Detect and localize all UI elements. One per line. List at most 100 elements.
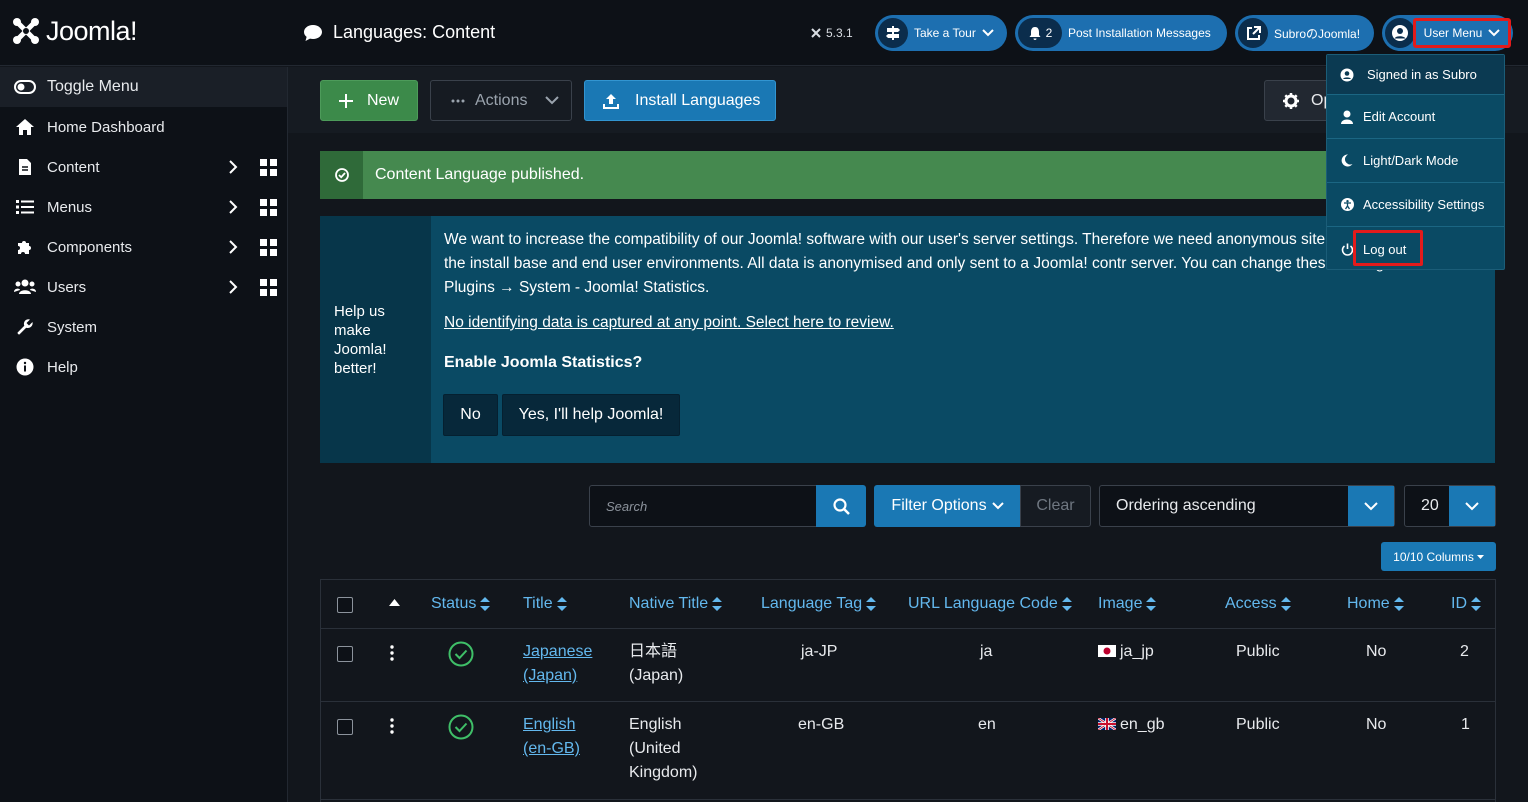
chevron-down-icon: [1488, 29, 1501, 37]
joomla-small-icon: [811, 28, 821, 38]
ordering-value: Ordering ascending: [1116, 497, 1256, 514]
home-icon: [14, 116, 36, 138]
user-menu-label: User Menu: [1423, 26, 1483, 40]
sidebar-item-system[interactable]: System: [0, 307, 287, 347]
actions-button[interactable]: Actions: [430, 80, 572, 121]
search-input[interactable]: Search: [589, 485, 817, 527]
clear-button[interactable]: Clear: [1020, 485, 1091, 527]
post-install-messages-button[interactable]: 2 Post Installation Messages: [1015, 15, 1227, 51]
light-dark-mode-item[interactable]: Light/Dark Mode: [1327, 139, 1504, 183]
sidebar-item-content[interactable]: Content: [0, 147, 287, 187]
gear-icon: [1283, 92, 1299, 109]
japan-flag-icon: [1098, 645, 1116, 657]
sidebar-item-label: System: [47, 318, 98, 336]
select-all-checkbox[interactable]: [337, 597, 353, 613]
row-checkbox[interactable]: [337, 719, 353, 735]
sidebar: Toggle Menu Home Dashboard Content Menus…: [0, 67, 288, 802]
url-language-code: en: [978, 716, 996, 733]
accessibility-settings-item[interactable]: Accessibility Settings: [1327, 183, 1504, 227]
columns-button[interactable]: 10/10 Columns: [1381, 542, 1496, 571]
site-link-button[interactable]: SubroのJoomla!: [1235, 15, 1374, 51]
sidebar-item-label: Content: [47, 158, 100, 176]
dashboard-grid-icon[interactable]: [260, 239, 277, 256]
sort-icon: [1146, 597, 1157, 611]
language-id: 2: [1460, 643, 1469, 660]
home-value: No: [1366, 716, 1387, 733]
success-alert: Content Language published.: [320, 151, 1496, 199]
sidebar-item-label: Help: [47, 358, 78, 376]
native-title: 日本語 (Japan): [629, 643, 684, 684]
chevron-right-icon: [229, 200, 238, 214]
search-icon: [832, 497, 850, 515]
toggle-menu-button[interactable]: Toggle Menu: [0, 67, 287, 107]
stats-no-button[interactable]: No: [443, 394, 498, 436]
sort-icon: [1471, 597, 1481, 611]
light-dark-mode-label: Light/Dark Mode: [1363, 153, 1459, 168]
column-header-language-tag[interactable]: Language Tag: [761, 595, 877, 613]
column-header-image[interactable]: Image: [1098, 595, 1157, 613]
column-header-access[interactable]: Access: [1225, 595, 1291, 613]
signed-in-info: Signed in as Subro: [1327, 55, 1504, 95]
dashboard-grid-icon[interactable]: [260, 159, 277, 176]
sidebar-item-label: Home Dashboard: [47, 118, 165, 136]
upload-icon: [603, 93, 619, 109]
sidebar-item-menus[interactable]: Menus: [0, 187, 287, 227]
new-button[interactable]: New: [320, 80, 418, 121]
published-check-icon[interactable]: [448, 714, 474, 740]
table-row: English (en-GB) English (United Kingdom) en…: [321, 702, 1495, 800]
stats-review-link[interactable]: No identifying data is captured at any p…: [444, 314, 894, 332]
column-header-url-code[interactable]: URL Language Code: [908, 595, 1072, 613]
kebab-menu-icon[interactable]: [390, 718, 394, 734]
take-tour-label: Take a Tour: [914, 26, 976, 40]
stats-yes-button[interactable]: Yes, I'll help Joomla!: [502, 394, 680, 436]
kebab-menu-icon[interactable]: [390, 645, 394, 661]
sidebar-item-home-dashboard[interactable]: Home Dashboard: [0, 107, 287, 147]
language-title-link[interactable]: English (en-GB): [523, 713, 580, 761]
home-value: No: [1366, 643, 1387, 660]
check-circle-icon: [320, 151, 363, 199]
user-circle-icon: [1339, 67, 1355, 83]
row-checkbox[interactable]: [337, 646, 353, 662]
alert-message: Content Language published.: [375, 166, 585, 183]
joomla-logo[interactable]: Joomla!: [10, 15, 138, 47]
sidebar-item-label: Users: [47, 278, 87, 296]
access-level: Public: [1236, 716, 1280, 733]
notification-count: 2: [1045, 26, 1053, 40]
published-check-icon[interactable]: [448, 641, 474, 667]
sidebar-item-help[interactable]: Help: [0, 347, 287, 387]
file-icon: [14, 156, 36, 178]
new-label: New: [367, 91, 400, 109]
search-button[interactable]: [816, 485, 866, 527]
ordering-select[interactable]: Ordering ascending: [1099, 485, 1395, 527]
universal-access-icon: [1339, 197, 1355, 213]
sort-icon: [1061, 597, 1072, 611]
languages-table: Status Title Native Title Language Tag U…: [320, 579, 1496, 802]
version-info: 5.3.1: [810, 26, 853, 40]
brand-name: Joomla!: [46, 15, 138, 46]
column-header-id[interactable]: ID: [1451, 595, 1481, 613]
user-menu-button[interactable]: User Menu: [1413, 18, 1511, 48]
stats-side-title: Help us make Joomla! better!: [320, 216, 431, 463]
caret-up-icon[interactable]: [389, 599, 400, 606]
chevron-right-icon: [229, 280, 238, 294]
language-tag: en-GB: [798, 716, 845, 733]
column-header-native-title[interactable]: Native Title: [629, 595, 723, 613]
column-header-home[interactable]: Home: [1347, 595, 1404, 613]
chevron-right-icon: [229, 160, 238, 174]
language-id: 1: [1461, 716, 1470, 733]
take-tour-button[interactable]: Take a Tour: [875, 15, 1007, 51]
chevron-down-icon: [1449, 486, 1495, 526]
language-title-link[interactable]: Japanese (Japan): [523, 640, 592, 688]
dashboard-grid-icon[interactable]: [260, 279, 277, 296]
column-header-title[interactable]: Title: [523, 595, 567, 613]
sidebar-item-users[interactable]: Users: [0, 267, 287, 307]
column-header-status[interactable]: Status: [431, 595, 491, 613]
sidebar-item-components[interactable]: Components: [0, 227, 287, 267]
edit-account-item[interactable]: Edit Account: [1327, 95, 1504, 139]
list-limit-select[interactable]: 20: [1404, 485, 1496, 527]
dashboard-grid-icon[interactable]: [260, 199, 277, 216]
install-languages-button[interactable]: Install Languages: [584, 80, 776, 121]
filter-options-button[interactable]: Filter Options: [874, 485, 1021, 527]
sort-icon: [1393, 597, 1404, 611]
signpost-icon: [878, 18, 908, 48]
